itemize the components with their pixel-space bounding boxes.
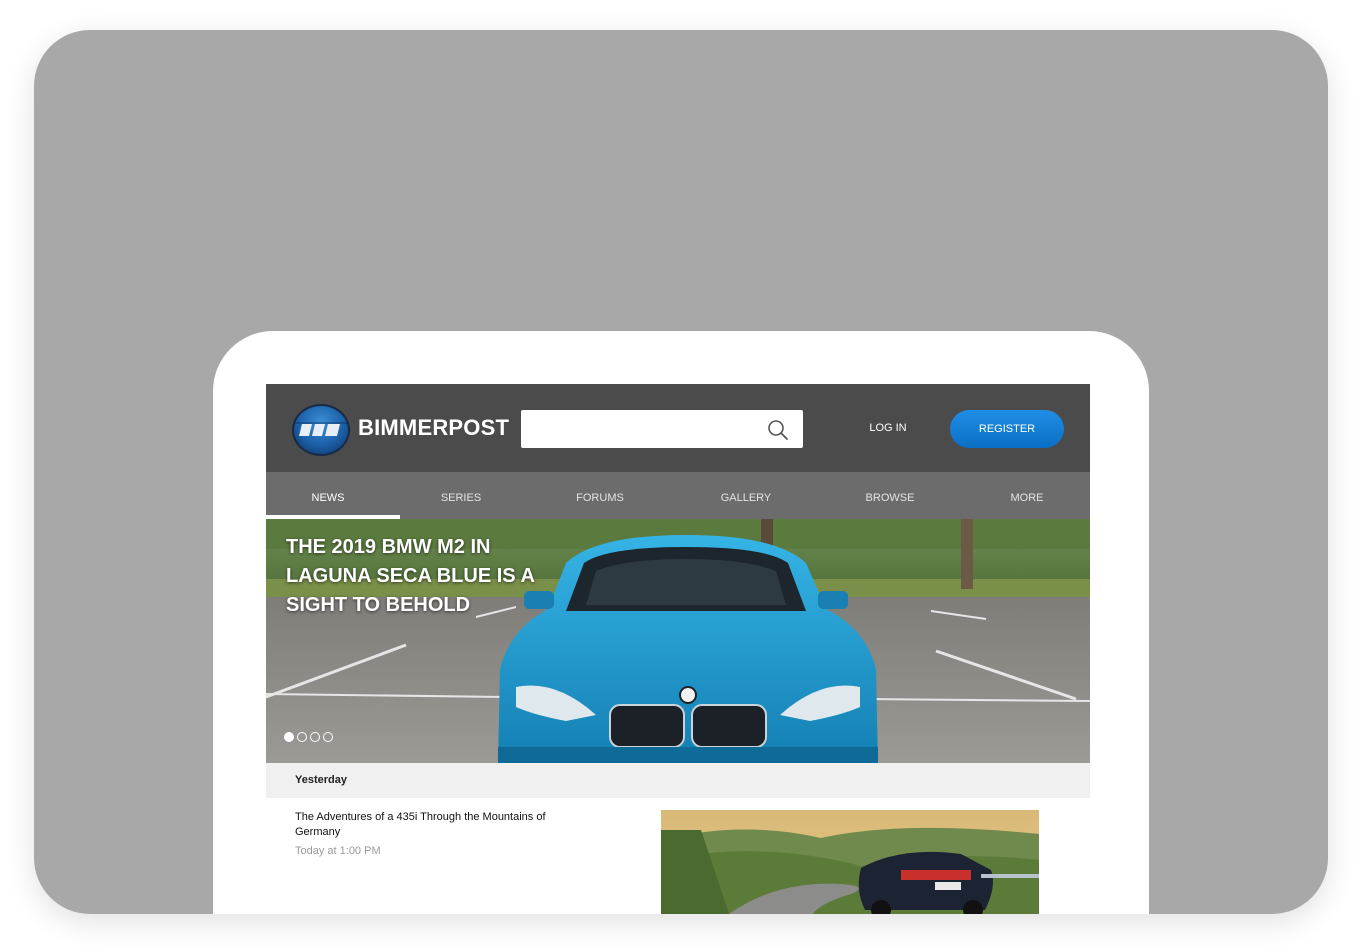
nav-item-label: GALLERY — [720, 492, 772, 504]
bimmerpost-logo-icon[interactable] — [292, 404, 350, 456]
backdrop: BIMMERPOST LOG IN REGISTER NEWS SERIES F… — [34, 30, 1328, 914]
nav-item-label: MORE — [1010, 492, 1044, 504]
article-timestamp: Today at 1:00 PM — [295, 845, 381, 857]
nav-item-browse[interactable]: BROWSE — [830, 472, 950, 519]
carousel-dot-3[interactable] — [310, 732, 320, 742]
date-section-header: Yesterday — [266, 763, 1090, 798]
nav-item-forums[interactable]: FORUMS — [540, 472, 660, 519]
nav-item-gallery[interactable]: GALLERY — [686, 472, 806, 519]
nav-item-label: SERIES — [440, 492, 482, 504]
nav-item-series[interactable]: SERIES — [400, 472, 522, 519]
date-label: Yesterday — [295, 774, 347, 786]
article-title[interactable]: The Adventures of a 435i Through the Mou… — [295, 810, 565, 840]
register-button[interactable]: REGISTER — [950, 410, 1064, 448]
site-header: BIMMERPOST LOG IN REGISTER — [266, 384, 1090, 472]
nav-item-label: BROWSE — [865, 492, 915, 504]
login-link[interactable]: LOG IN — [856, 422, 920, 434]
search-icon[interactable] — [766, 418, 790, 442]
nav-item-label: NEWS — [311, 492, 345, 504]
tablet-frame: BIMMERPOST LOG IN REGISTER NEWS SERIES F… — [213, 331, 1149, 914]
nav-item-more[interactable]: MORE — [980, 472, 1074, 519]
nav-item-news[interactable]: NEWS — [266, 472, 390, 519]
carousel-dot-1[interactable] — [284, 732, 294, 742]
carousel-dot-4[interactable] — [323, 732, 333, 742]
hero-headline[interactable]: THE 2019 BMW M2 IN LAGUNA SECA BLUE IS A… — [286, 533, 556, 620]
hero-carousel[interactable]: THE 2019 BMW M2 IN LAGUNA SECA BLUE IS A… — [266, 519, 1090, 763]
carousel-indicators — [284, 729, 336, 743]
search-input[interactable] — [521, 410, 803, 448]
website-screen: BIMMERPOST LOG IN REGISTER NEWS SERIES F… — [266, 384, 1090, 914]
brand-name[interactable]: BIMMERPOST — [358, 415, 509, 441]
article-thumbnail[interactable] — [661, 810, 1039, 914]
main-nav: NEWS SERIES FORUMS GALLERY BROWSE MORE — [266, 472, 1090, 519]
carousel-dot-2[interactable] — [297, 732, 307, 742]
nav-item-label: FORUMS — [576, 492, 624, 504]
